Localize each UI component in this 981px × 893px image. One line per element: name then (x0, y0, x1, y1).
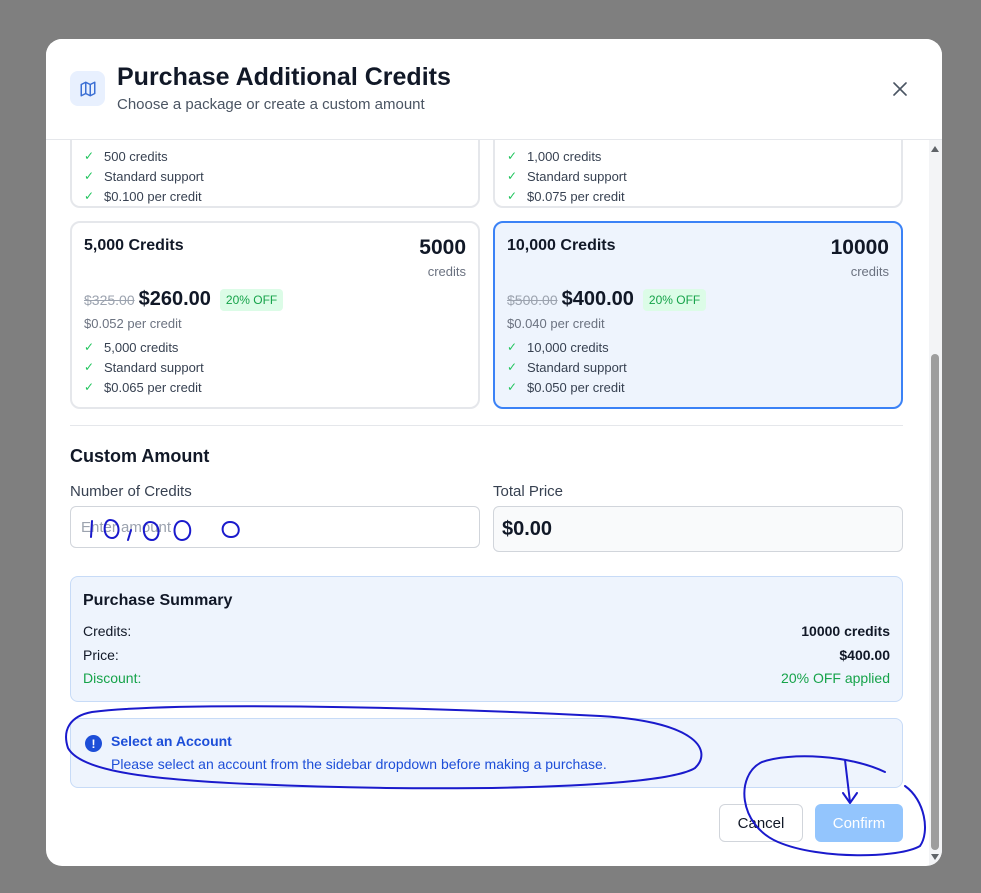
modal-title: Purchase Additional Credits (117, 63, 451, 91)
modal-body: ✓ 500 credits ✓ Standard support ✓ $0.100 p… (46, 140, 942, 866)
per-credit-price: $0.052 per credit (84, 316, 182, 331)
check-icon: ✓ (84, 380, 95, 394)
summary-discount-row: Discount: 20% OFF applied (83, 670, 890, 686)
section-divider (70, 425, 903, 426)
feature-item: ✓ Standard support (84, 359, 204, 375)
modal-subtitle: Choose a package or create a custom amou… (117, 96, 425, 113)
summary-discount-value: 20% OFF applied (781, 670, 890, 686)
check-icon: ✓ (84, 340, 95, 354)
summary-title: Purchase Summary (83, 592, 233, 609)
feature-item: ✓ 10,000 credits (507, 339, 609, 355)
check-icon: ✓ (507, 189, 518, 203)
credits-input-label: Number of Credits (70, 483, 192, 500)
feature-item: ✓ 500 credits (84, 148, 168, 164)
per-credit-price: $0.040 per credit (507, 316, 605, 331)
exclamation-icon: ! (85, 735, 102, 752)
package-card-500[interactable]: ✓ 500 credits ✓ Standard support ✓ $0.100 p… (70, 140, 480, 208)
package-unit: credits (850, 264, 889, 279)
alert-message: Please select an account from the sideba… (111, 756, 607, 772)
package-name: 5,000 Credits (84, 237, 184, 254)
discount-badge: 20% OFF (642, 288, 707, 311)
package-name: 10,000 Credits (507, 237, 616, 254)
check-icon: ✓ (507, 340, 518, 354)
feature-item: ✓ $0.065 per credit (84, 379, 202, 395)
feature-item: ✓ $0.075 per credit (507, 188, 625, 204)
feature-item: ✓ 1,000 credits (507, 148, 602, 164)
package-features: ✓ 500 credits ✓ Standard support ✓ $0.100 p… (84, 146, 204, 206)
scroll-up-arrow-icon[interactable] (931, 146, 939, 152)
cancel-button[interactable]: Cancel (719, 804, 803, 842)
discount-badge: 20% OFF (219, 288, 284, 311)
summary-discount-label: Discount: (83, 670, 142, 686)
original-price: $500.00 (507, 291, 558, 308)
check-icon: ✓ (507, 380, 518, 394)
modal-scrollbar[interactable] (929, 140, 942, 866)
package-amount: 10000 (830, 236, 889, 259)
package-features: ✓ 1,000 credits ✓ Standard support ✓ $0.075… (507, 146, 627, 206)
feature-item: ✓ $0.100 per credit (84, 188, 202, 204)
summary-credits-label: Credits: (83, 623, 132, 639)
package-features: ✓ 10,000 credits ✓ Standard support ✓ $0.05… (507, 337, 627, 397)
feature-item: ✓ Standard support (84, 168, 204, 184)
discounted-price: $260.00 (138, 288, 211, 310)
check-icon: ✓ (84, 360, 95, 374)
feature-item: ✓ Standard support (507, 359, 627, 375)
confirm-button[interactable]: Confirm (815, 804, 903, 842)
close-icon[interactable] (888, 77, 912, 101)
price-row: $325.00 $260.00 20% OFF (84, 288, 284, 311)
scroll-down-arrow-icon[interactable] (931, 854, 939, 860)
total-price-value: $0.00 (493, 506, 903, 552)
total-price-label: Total Price (493, 483, 564, 500)
select-account-alert: ! Select an Account Please select an acc… (70, 718, 903, 788)
scrollbar-thumb[interactable] (931, 354, 939, 850)
package-card-1000[interactable]: ✓ 1,000 credits ✓ Standard support ✓ $0.075… (493, 140, 903, 208)
feature-item: ✓ 5,000 credits (84, 339, 179, 355)
package-card-10000[interactable]: 10,000 Credits 10000 credits $500.00 $40… (493, 221, 903, 409)
price-row: $500.00 $400.00 20% OFF (507, 288, 707, 311)
purchase-credits-modal: Purchase Additional Credits Choose a pac… (46, 39, 942, 866)
credits-amount-input[interactable] (70, 506, 480, 548)
check-icon: ✓ (84, 189, 95, 203)
summary-price-value: $400.00 (839, 647, 890, 663)
modal-header: Purchase Additional Credits Choose a pac… (46, 39, 942, 140)
package-unit: credits (427, 264, 466, 279)
alert-title: Select an Account (111, 733, 232, 749)
purchase-summary: Purchase Summary Credits: 10000 credits … (70, 576, 903, 702)
original-price: $325.00 (84, 291, 135, 308)
summary-credits-row: Credits: 10000 credits (83, 623, 890, 639)
package-amount: 5000 (419, 236, 466, 259)
custom-amount-title: Custom Amount (70, 446, 210, 466)
package-features: ✓ 5,000 credits ✓ Standard support ✓ $0.065… (84, 337, 204, 397)
package-card-5000[interactable]: 5,000 Credits 5000 credits $325.00 $260.… (70, 221, 480, 409)
map-icon (70, 71, 105, 106)
check-icon: ✓ (84, 149, 95, 163)
check-icon: ✓ (507, 169, 518, 183)
check-icon: ✓ (84, 169, 95, 183)
summary-price-label: Price: (83, 647, 119, 663)
discounted-price: $400.00 (561, 288, 634, 310)
feature-item: ✓ Standard support (507, 168, 627, 184)
check-icon: ✓ (507, 149, 518, 163)
check-icon: ✓ (507, 360, 518, 374)
feature-item: ✓ $0.050 per credit (507, 379, 625, 395)
summary-price-row: Price: $400.00 (83, 647, 890, 663)
summary-credits-value: 10000 credits (801, 623, 890, 639)
